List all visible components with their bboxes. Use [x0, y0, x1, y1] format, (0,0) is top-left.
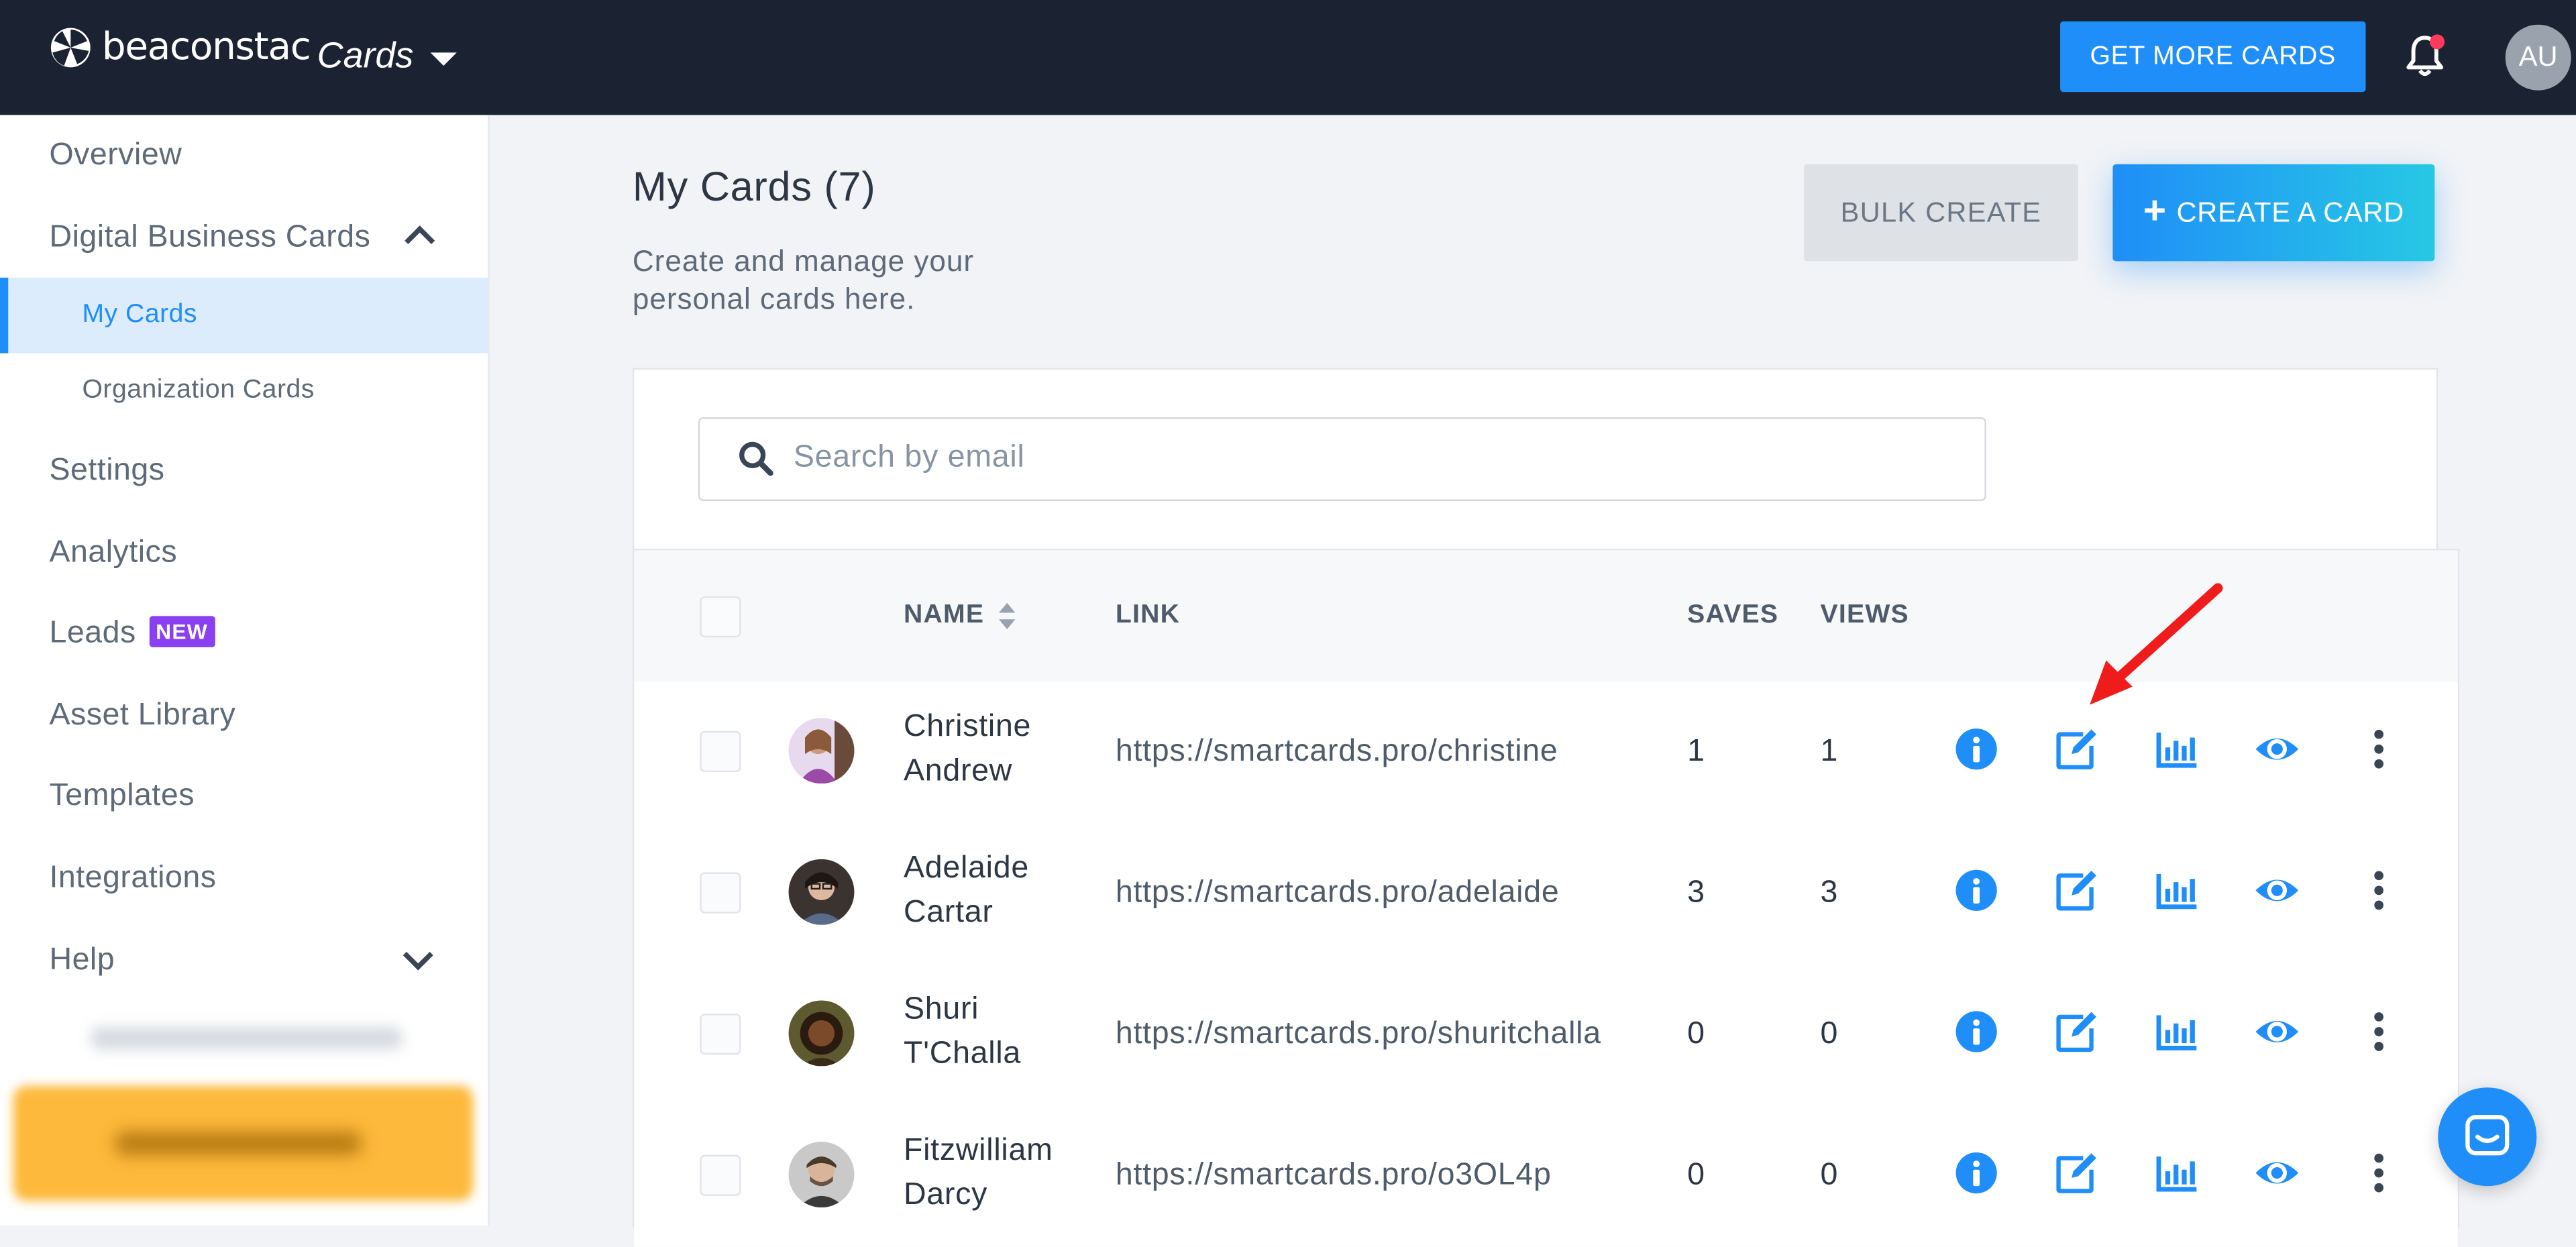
edit-icon[interactable] [2053, 867, 2100, 914]
sort-icon[interactable] [998, 602, 1016, 629]
view-eye-icon[interactable] [2254, 1009, 2300, 1055]
card-link[interactable]: https://smartcards.pro/christine [1116, 735, 1558, 771]
edit-icon[interactable] [2053, 726, 2100, 772]
card-views: 3 [1820, 875, 1838, 910]
create-card-button[interactable]: + CREATE A CARD [2112, 164, 2435, 262]
product-switcher[interactable]: Cards [317, 34, 457, 77]
column-header-link: LINK [1115, 601, 1181, 629]
view-eye-icon[interactable] [2254, 726, 2300, 772]
row-checkbox[interactable] [700, 730, 741, 773]
card-views: 1 [1820, 734, 1838, 769]
card-saves: 1 [1687, 734, 1705, 769]
page-subtitle: Create and manage your personal cards he… [632, 244, 975, 316]
column-header-saves: SAVES [1687, 601, 1779, 629]
chat-launcher[interactable] [2438, 1087, 2537, 1187]
card-link[interactable]: https://smartcards.pro/o3OL4p [1116, 1158, 1552, 1195]
row-checkbox[interactable] [700, 872, 741, 914]
brand-logo[interactable]: beaconstac [49, 26, 311, 69]
sidebar-item-analytics[interactable]: Analytics [49, 535, 177, 572]
create-card-label: CREATE A CARD [2176, 196, 2405, 228]
card-link[interactable]: https://smartcards.pro/shuritchalla [1116, 1017, 1601, 1053]
edit-icon[interactable] [2053, 1150, 2100, 1196]
column-header-name[interactable]: NAME [904, 601, 984, 631]
blurred-text [90, 1026, 403, 1050]
analytics-icon[interactable] [2154, 1150, 2200, 1196]
sidebar-item-templates[interactable]: Templates [49, 779, 195, 815]
chevron-down-icon[interactable] [402, 940, 433, 971]
search-box[interactable] [698, 417, 1986, 501]
get-more-cards-button[interactable]: GET MORE CARDS [2060, 21, 2366, 93]
blurred-button-label [115, 1132, 362, 1155]
card-views: 0 [1820, 1158, 1838, 1193]
user-avatar[interactable]: AU [2505, 24, 2571, 91]
row-checkbox[interactable] [700, 1014, 741, 1055]
column-header-views: VIEWS [1820, 601, 1909, 629]
sidebar-item-my-cards[interactable]: My Cards [82, 301, 197, 330]
card-link[interactable]: https://smartcards.pro/adelaide [1116, 875, 1560, 912]
analytics-icon[interactable] [2154, 1009, 2200, 1055]
annotation-arrow-icon [2090, 583, 2223, 705]
notification-dot [2430, 34, 2445, 50]
more-options-icon[interactable] [2356, 1009, 2402, 1055]
beaconstac-logo-icon [50, 28, 91, 68]
card-name: Christine Andrew [903, 709, 1032, 789]
sidebar: Overview Digital Business Cards My Cards… [0, 115, 490, 1226]
table-row[interactable]: Fitzwilliam Darcy https://smartcards.pro… [634, 1105, 2458, 1247]
info-icon[interactable] [1953, 726, 2000, 772]
sidebar-item-leads[interactable]: Leads NEW [49, 616, 215, 652]
edit-icon[interactable] [2053, 1009, 2100, 1055]
bulk-create-button[interactable]: BULK CREATE [1804, 164, 2078, 262]
view-eye-icon[interactable] [2254, 867, 2300, 914]
card-name: Shuri T'Challa [903, 992, 1022, 1071]
plus-icon: + [2143, 188, 2167, 233]
select-all-checkbox[interactable] [700, 596, 741, 638]
avatar [788, 1142, 855, 1208]
more-options-icon[interactable] [2356, 1150, 2402, 1196]
more-options-icon[interactable] [2356, 867, 2402, 914]
avatar [788, 718, 855, 784]
search-icon [739, 441, 773, 476]
card-saves: 0 [1687, 1158, 1705, 1193]
sidebar-item-help[interactable]: Help [49, 943, 115, 979]
new-badge: NEW [149, 616, 215, 647]
card-saves: 3 [1687, 875, 1705, 910]
more-options-icon[interactable] [2356, 726, 2402, 772]
sidebar-item-asset-library[interactable]: Asset Library [49, 698, 235, 735]
brand-name: beaconstac [101, 26, 311, 69]
analytics-icon[interactable] [2154, 867, 2200, 914]
info-icon[interactable] [1953, 867, 2000, 914]
top-bar: beaconstac Cards GET MORE CARDS AU [0, 0, 2576, 115]
sidebar-item-organization-cards[interactable]: Organization Cards [82, 376, 314, 406]
page-title: My Cards (7) [632, 164, 876, 211]
avatar [788, 859, 855, 925]
product-switcher-label: Cards [317, 34, 414, 76]
table-row[interactable]: Shuri T'Challa https://smartcards.pro/sh… [634, 964, 2458, 1107]
sidebar-item-integrations[interactable]: Integrations [49, 861, 216, 897]
info-icon[interactable] [1953, 1150, 2000, 1196]
table-row[interactable]: Adelaide Cartar https://smartcards.pro/a… [634, 822, 2458, 967]
sidebar-active-indicator [0, 277, 9, 354]
card-name: Fitzwilliam Darcy [903, 1133, 1053, 1213]
sidebar-item-settings[interactable]: Settings [49, 453, 164, 490]
avatar [788, 1000, 855, 1067]
sidebar-item-digital-business-cards[interactable]: Digital Business Cards [49, 220, 370, 256]
search-input[interactable] [793, 419, 1944, 496]
caret-down-icon [429, 52, 457, 66]
sidebar-item-overview[interactable]: Overview [49, 138, 182, 174]
chevron-up-icon[interactable] [405, 225, 435, 256]
card-views: 0 [1820, 1016, 1838, 1052]
info-icon[interactable] [1953, 1009, 2000, 1055]
view-eye-icon[interactable] [2254, 1150, 2300, 1196]
chat-icon [2465, 1115, 2510, 1156]
analytics-icon[interactable] [2154, 726, 2200, 772]
row-checkbox[interactable] [700, 1154, 741, 1196]
sidebar-active-highlight [0, 277, 488, 354]
sidebar-item-leads-label: Leads [49, 616, 136, 651]
card-name: Adelaide Cartar [903, 851, 1029, 930]
card-saves: 0 [1687, 1016, 1705, 1052]
